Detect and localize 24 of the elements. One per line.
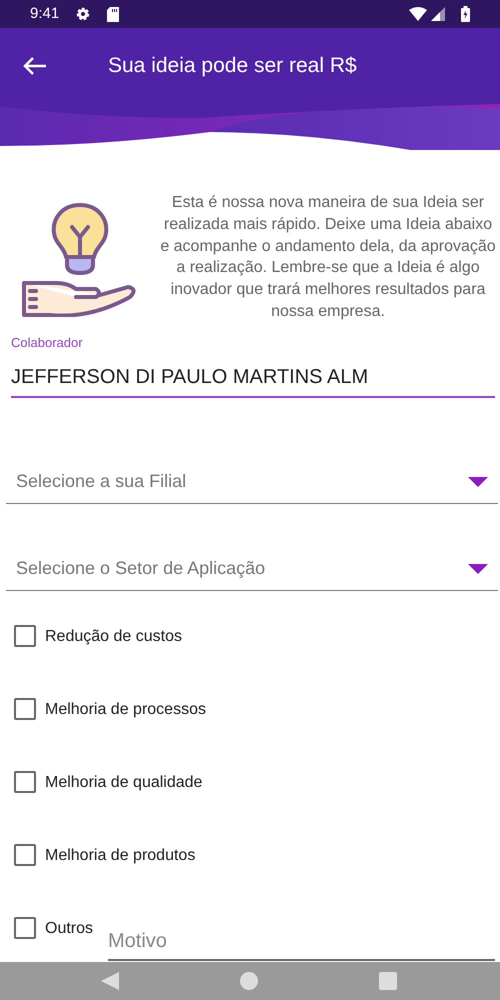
checkbox-label: Redução de custos (45, 627, 182, 647)
screen-title: Sua ideia pode ser real R$ (108, 53, 357, 80)
checkbox-label: Melhoria de processos (45, 700, 206, 720)
collaborator-label: Colaborador (11, 334, 84, 352)
battery-icon (461, 6, 470, 22)
caret-icon (468, 564, 488, 574)
checkbox-label: Melhoria de qualidade (45, 773, 202, 793)
wifi-icon (409, 7, 427, 21)
collaborator-field[interactable]: JEFFERSON DI PAULO MARTINS ALM (11, 352, 495, 398)
checkbox[interactable] (14, 698, 36, 720)
caret-icon (468, 476, 488, 486)
gear-icon (75, 6, 92, 22)
signal-icon (431, 7, 445, 21)
checkbox-label: Outros (45, 919, 94, 939)
checkbox[interactable] (14, 625, 36, 647)
sd-card-icon (107, 6, 120, 22)
checkbox-label: Melhoria de produtos (45, 846, 196, 866)
checkbox[interactable] (14, 917, 36, 939)
time-text: 9:41 (30, 4, 60, 24)
checkbox[interactable] (14, 844, 36, 866)
checkbox[interactable] (14, 771, 36, 793)
dropdown-field[interactable]: Selecione a sua Filial (6, 460, 498, 504)
intro-paragraph: Esta é nossa nova maneira de sua Ideia ser realizada mais rápido. Deixe uma Ideia abaixo e acompanhe o andamento dela, da aprovação a realização. Lembre-se que a Ideia é algo inovador que trará melhores resultados para nossa empresa. (160, 193, 496, 322)
dropdown-field[interactable]: Selecione o Setor de Aplicação (6, 547, 498, 591)
